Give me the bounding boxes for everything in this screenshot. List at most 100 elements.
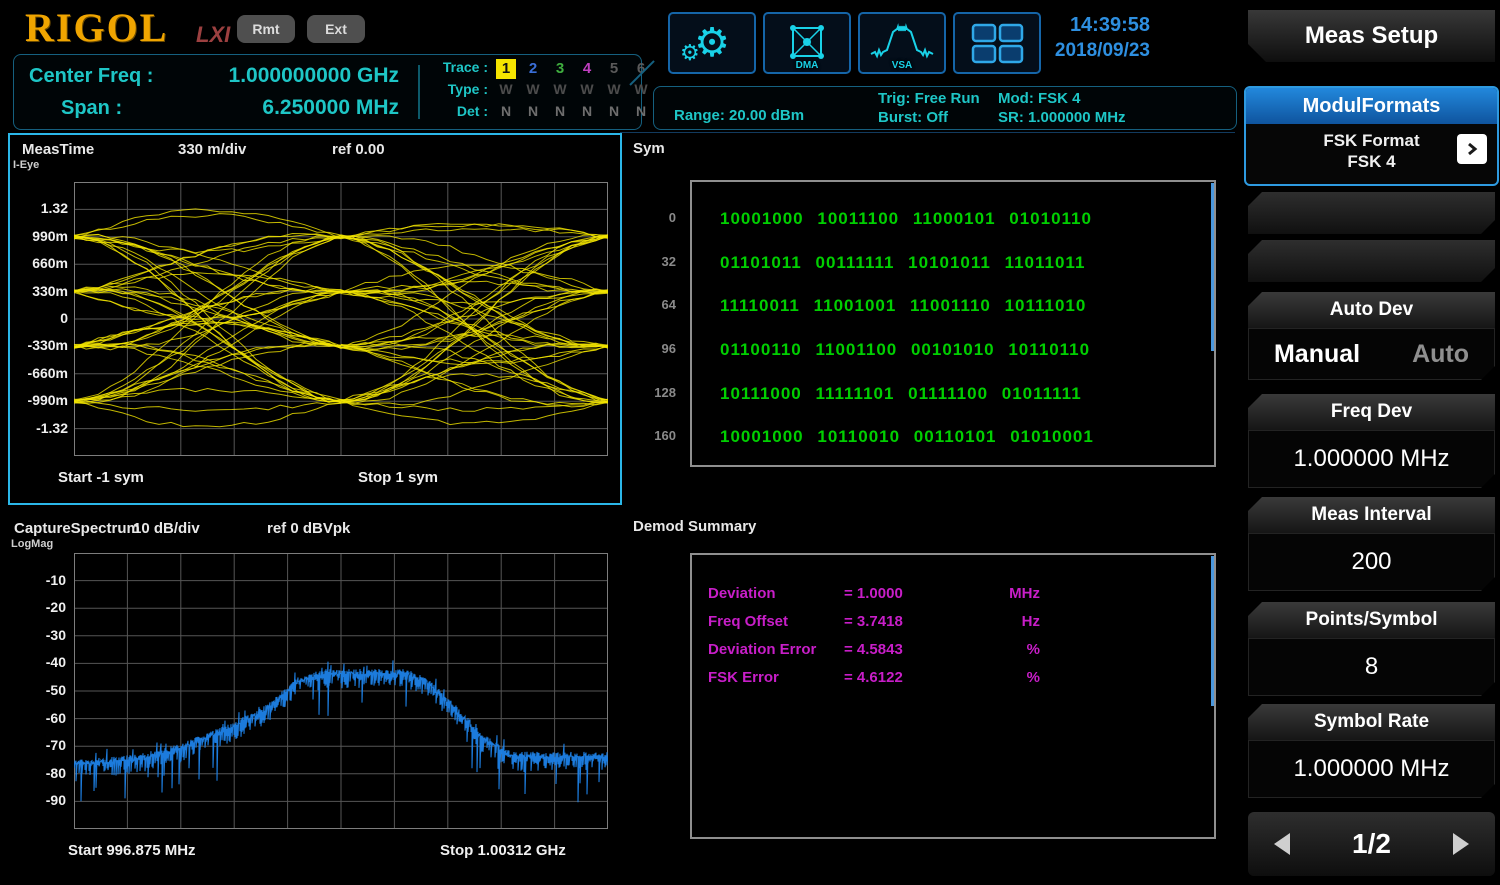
trace-badge-3[interactable]: 3 xyxy=(550,59,570,79)
demod-row: Deviation= 1.0000MHz xyxy=(692,585,1214,605)
y-axis-label: -50 xyxy=(46,682,66,698)
page-navigator: 1/2 xyxy=(1248,812,1495,876)
type-letters: WWWWWW xyxy=(496,81,666,101)
y-axis-label: -90 xyxy=(46,792,66,808)
center-freq-label: Center Freq : xyxy=(29,65,153,88)
softkey-blank-1[interactable] xyxy=(1248,192,1495,234)
y-axis-label: -40 xyxy=(46,654,66,670)
spectrum-chart xyxy=(74,553,608,829)
dma-icon-label: DMA xyxy=(765,60,849,71)
rigol-logo: RIGOL xyxy=(25,4,168,51)
auto-dev-value[interactable]: Manual Auto xyxy=(1248,328,1495,380)
points-symbol-value[interactable]: 8 xyxy=(1248,638,1495,696)
sym-row-bits: 01100110 11001100 00101010 10110110 xyxy=(720,340,1090,360)
sym-offset: 128 xyxy=(622,385,676,400)
demod-row: FSK Error= 4.6122% xyxy=(692,669,1214,689)
vsa-button[interactable]: VSA xyxy=(858,12,946,74)
det-letters-5: N xyxy=(631,103,651,119)
burst-readout: Burst: Off xyxy=(878,109,948,126)
modulformats-label: ModulFormats xyxy=(1246,88,1497,124)
gear-small-icon: ⚙ xyxy=(680,40,700,66)
spectrum-stop-label: Stop 1.00312 GHz xyxy=(440,842,566,859)
softkey-points-symbol[interactable]: Points/Symbol xyxy=(1248,602,1495,638)
softkey-modulformats[interactable]: ModulFormats FSK Format FSK 4 xyxy=(1244,86,1499,186)
span-label: Span : xyxy=(61,97,122,120)
softkey-freq-dev[interactable]: Freq Dev xyxy=(1248,394,1495,430)
page-prev-icon[interactable] xyxy=(1274,833,1290,855)
chevron-right-icon xyxy=(1465,142,1479,156)
y-axis-label: -660m xyxy=(28,365,68,381)
y-axis-label: -10 xyxy=(46,572,66,588)
y-axis-label: 0 xyxy=(60,310,68,326)
spectrum-scale-readout: 10 dB/div xyxy=(133,520,200,537)
trace-badge-6[interactable]: 6 xyxy=(631,59,651,79)
span-value: 6.250000 MHz xyxy=(154,96,399,120)
softkey-sidebar: Meas Setup ModulFormats FSK Format FSK 4… xyxy=(1240,0,1500,885)
status-box: Range: 20.00 dBm Trig: Free Run Burst: O… xyxy=(653,86,1237,130)
dma-button[interactable]: DMA xyxy=(763,12,851,74)
capture-spectrum-panel[interactable]: CaptureSpectrum 10 dB/div ref 0 dBVpk Lo… xyxy=(8,510,618,880)
ext-button[interactable]: Ext xyxy=(307,15,365,43)
lxi-badge: LXI xyxy=(196,22,230,48)
trace-badge-1[interactable]: 1 xyxy=(496,59,516,79)
eye-stop-label: Stop 1 sym xyxy=(358,469,438,486)
y-axis-label: 1.32 xyxy=(41,200,68,216)
windows-grid-icon xyxy=(969,21,1025,65)
sym-scrollbar[interactable] xyxy=(1211,183,1214,351)
type-letters-4: W xyxy=(604,81,624,97)
det-letters-2: N xyxy=(550,103,570,119)
meas-interval-value[interactable]: 200 xyxy=(1248,533,1495,591)
type-label: Type : xyxy=(426,81,488,97)
sym-offset-column: 0326496128160 xyxy=(622,180,676,463)
y-axis-label: 990m xyxy=(32,228,68,244)
freq-dev-value[interactable]: 1.000000 MHz xyxy=(1248,430,1495,488)
type-letters-2: W xyxy=(550,81,570,97)
auto-dev-auto-option[interactable]: Auto xyxy=(1412,340,1469,369)
spectrum-y-axis-labels: -10-20-30-40-50-60-70-80-90 xyxy=(14,553,66,829)
demod-row: Freq Offset= 3.7418Hz xyxy=(692,613,1214,633)
y-axis-label: -330m xyxy=(28,337,68,353)
auto-dev-manual-option[interactable]: Manual xyxy=(1274,340,1360,369)
divider xyxy=(418,65,420,119)
symbol-rate-value[interactable]: 1.000000 MHz xyxy=(1248,740,1495,798)
meastime-eye-panel[interactable]: MeasTime 330 m/div ref 0.00 I-Eye 1.3299… xyxy=(8,133,622,505)
type-letters-1: W xyxy=(523,81,543,97)
trace-badge-2[interactable]: 2 xyxy=(523,59,543,79)
sym-data-box: 10001000 10011100 11000101 0101011001101… xyxy=(690,180,1216,467)
trace-badge-4[interactable]: 4 xyxy=(577,59,597,79)
softkey-blank-2[interactable] xyxy=(1248,240,1495,282)
trace-badges: 123456 xyxy=(496,59,666,79)
spectrum-trace-label: LogMag xyxy=(11,538,53,550)
det-letters-0: N xyxy=(496,103,516,119)
y-axis-label: -80 xyxy=(46,765,66,781)
sym-offset: 64 xyxy=(622,297,676,312)
det-letters-3: N xyxy=(577,103,597,119)
sym-offset: 0 xyxy=(622,210,676,225)
range-readout: Range: 20.00 dBm xyxy=(674,107,804,124)
trace-label: Trace : xyxy=(426,59,488,75)
spectrum-ref-readout: ref 0 dBVpk xyxy=(267,520,350,537)
sym-row-bits: 10111000 11111101 01111100 01011111 xyxy=(720,384,1082,404)
type-letters-3: W xyxy=(577,81,597,97)
eye-ref-readout: ref 0.00 xyxy=(332,141,385,158)
eye-panel-title: MeasTime xyxy=(22,141,94,158)
rmt-button[interactable]: Rmt xyxy=(237,15,295,43)
det-letters-4: N xyxy=(604,103,624,119)
softkey-symbol-rate[interactable]: Symbol Rate xyxy=(1248,704,1495,740)
y-axis-label: -990m xyxy=(28,392,68,408)
freq-trace-box: Center Freq : 1.000000000 GHz Span : 6.2… xyxy=(13,54,642,130)
eye-scale-readout: 330 m/div xyxy=(178,141,246,158)
softkey-meas-interval[interactable]: Meas Interval xyxy=(1248,497,1495,533)
settings-button[interactable]: ⚙ ⚙ xyxy=(668,12,756,74)
softkey-auto-dev[interactable]: Auto Dev xyxy=(1248,292,1495,328)
page-next-icon[interactable] xyxy=(1453,833,1469,855)
sym-panel-title: Sym xyxy=(633,140,665,157)
submenu-arrow-button[interactable] xyxy=(1457,134,1487,164)
mod-readout: Mod: FSK 4 xyxy=(998,90,1081,107)
y-axis-label: -20 xyxy=(46,599,66,615)
trig-readout: Trig: Free Run xyxy=(878,90,980,107)
trace-badge-5[interactable]: 5 xyxy=(604,59,624,79)
center-freq-value: 1.000000000 GHz xyxy=(154,64,399,88)
y-axis-label: 330m xyxy=(32,283,68,299)
sym-offset: 32 xyxy=(622,254,676,269)
